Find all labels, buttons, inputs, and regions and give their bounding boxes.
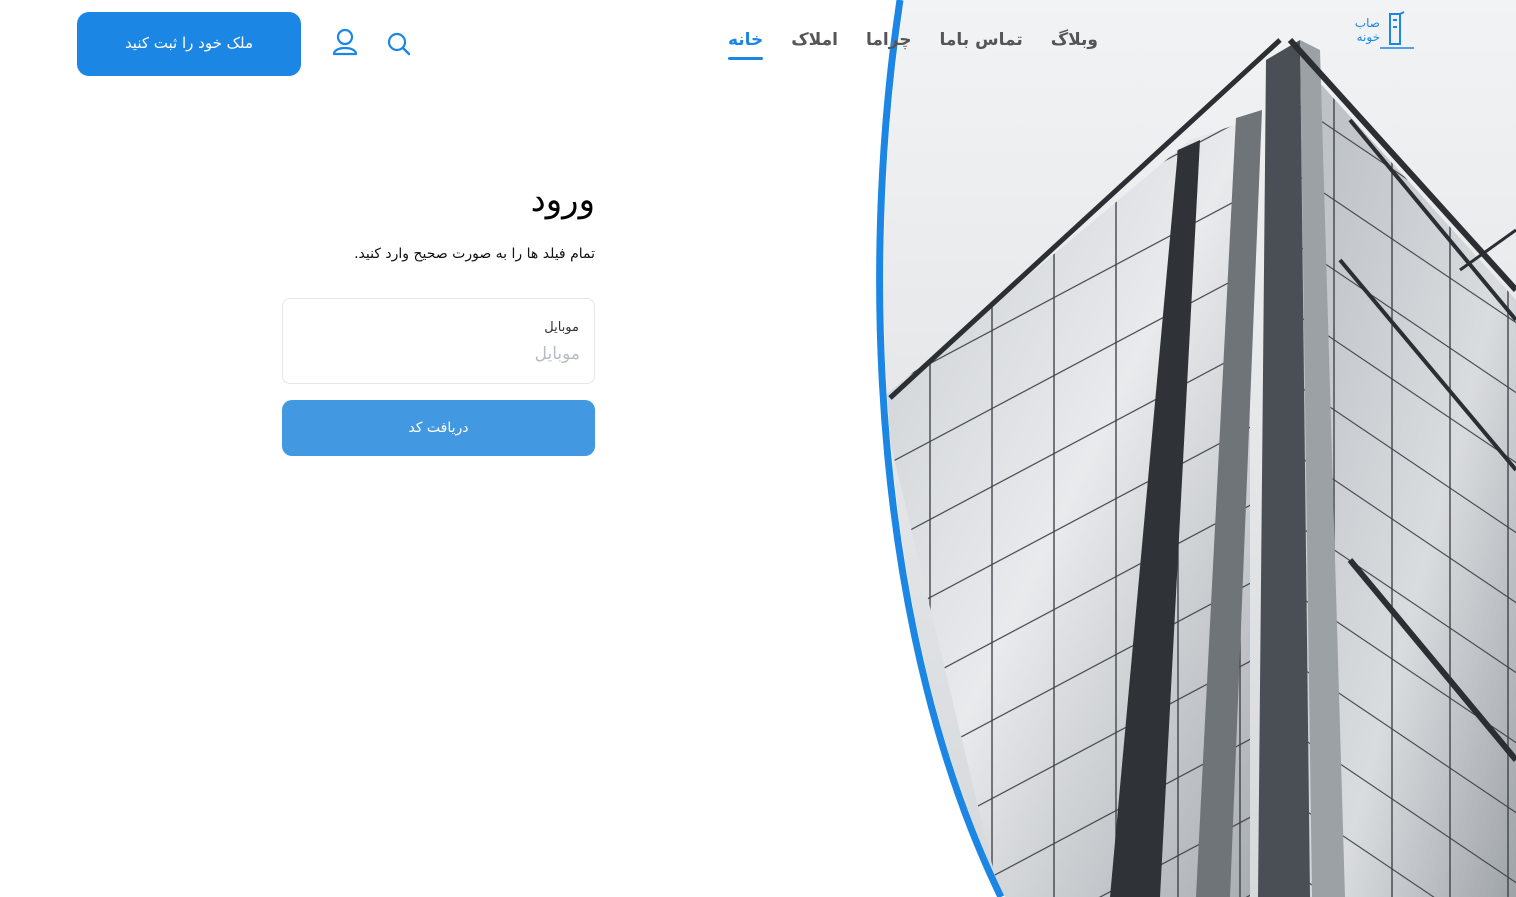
page-title: ورود: [530, 180, 595, 220]
search-button[interactable]: [386, 30, 412, 58]
nav-item-why-us[interactable]: چراما: [866, 28, 912, 62]
get-code-button[interactable]: دریافت کد: [282, 400, 595, 456]
hero-building-image: [876, 0, 1516, 897]
building-logo-icon: [1380, 11, 1414, 49]
form-instructions: تمام فیلد ها را به صورت صحیح وارد کنید.: [354, 246, 595, 262]
search-icon: [387, 32, 411, 56]
mobile-field[interactable]: موبایل: [282, 298, 595, 384]
main-nav: خانه املاک چراما تماس باما وبلاگ: [727, 28, 1098, 62]
user-account-button[interactable]: [331, 28, 359, 58]
mobile-field-label: موبایل: [544, 320, 579, 335]
nav-item-properties[interactable]: املاک: [791, 28, 838, 62]
site-logo[interactable]: صاب خونه: [1326, 10, 1416, 56]
nav-item-contact[interactable]: تماس باما: [940, 28, 1023, 62]
register-property-button[interactable]: ملک خود را ثبت کنید: [77, 12, 301, 76]
mobile-input[interactable]: [330, 341, 580, 367]
nav-item-home[interactable]: خانه: [727, 28, 764, 62]
user-icon: [332, 28, 358, 56]
nav-item-blog[interactable]: وبلاگ: [1051, 28, 1098, 62]
